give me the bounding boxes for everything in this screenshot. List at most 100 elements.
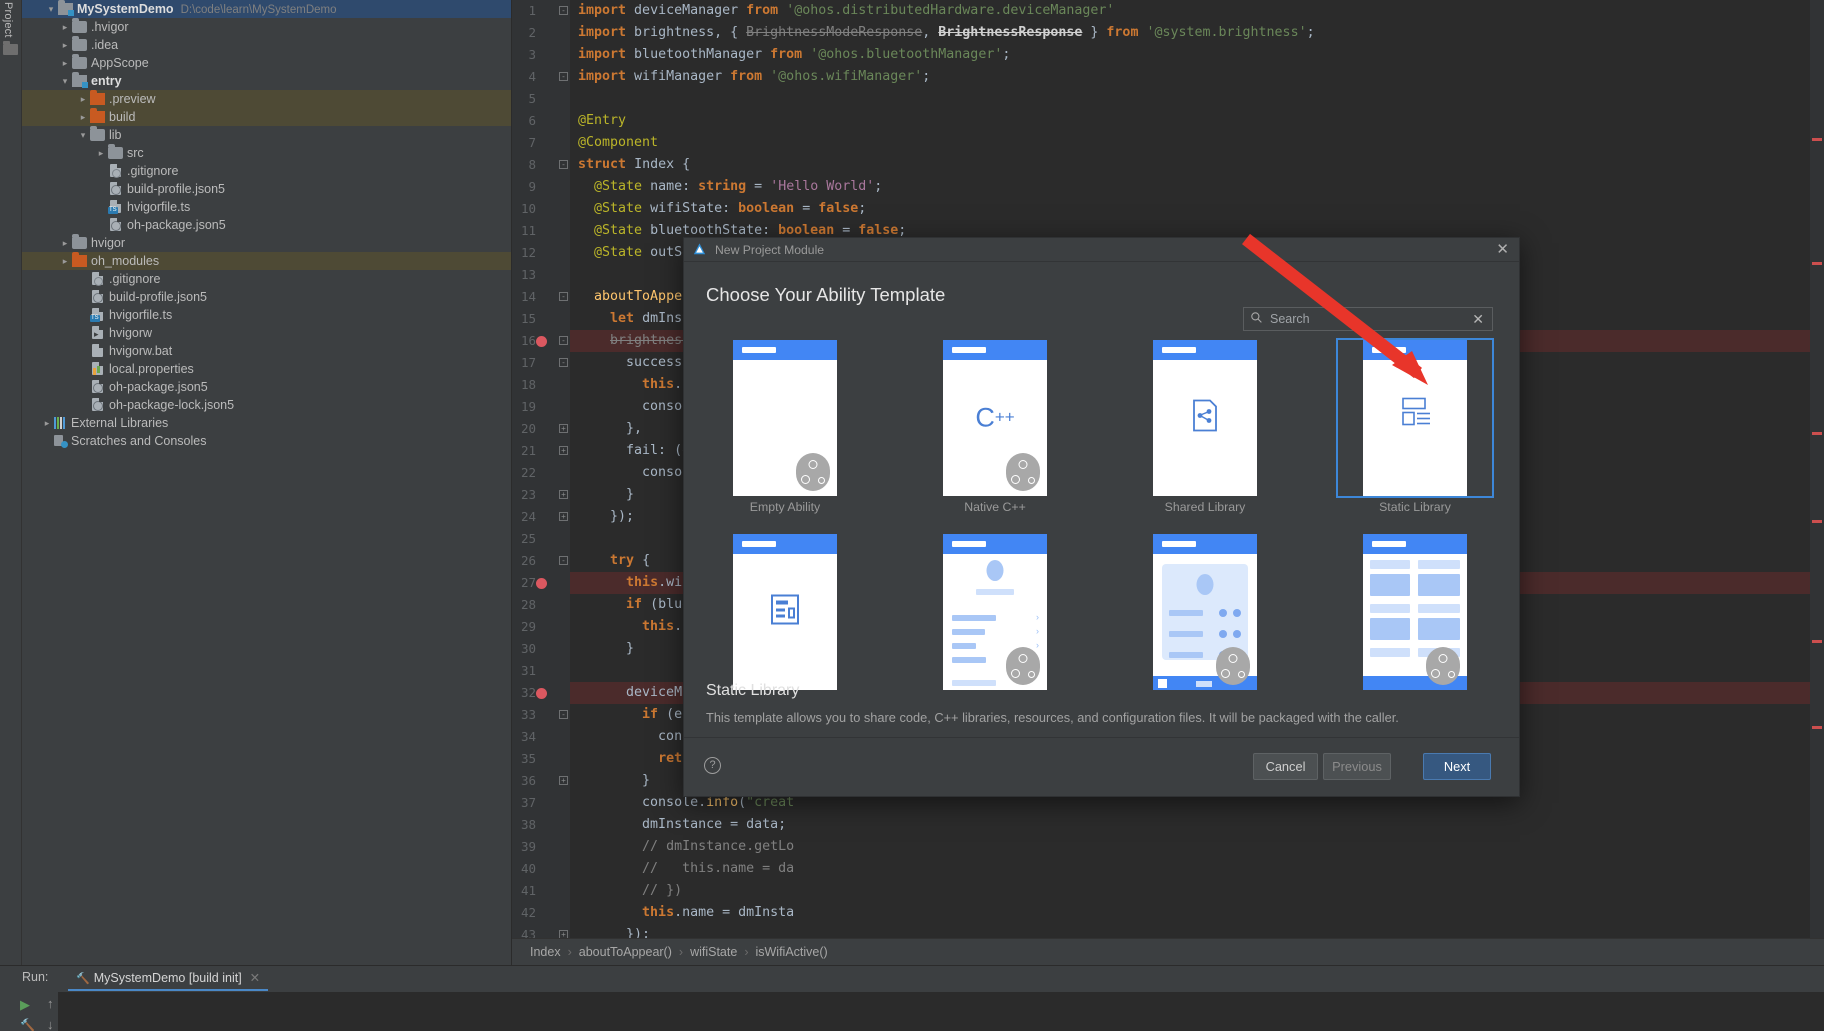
tree-node-lib[interactable]: lib (22, 126, 511, 144)
tree-node-root[interactable]: MySystemDemo D:\code\learn\MySystemDemo (22, 0, 511, 18)
chevron-right-icon[interactable] (76, 108, 90, 126)
code-fold-toggle[interactable]: + (559, 512, 568, 521)
tree-node-build-profile-json5[interactable]: build-profile.json5 (22, 180, 511, 198)
rerun-icon[interactable]: ▶ (20, 997, 30, 1013)
run-tab-mysystemdemo[interactable]: 🔨 MySystemDemo [build init] ✕ (68, 966, 269, 991)
breakpoint-marker[interactable] (536, 688, 547, 699)
tree-node-build[interactable]: build (22, 108, 511, 126)
template-card-frame[interactable]: ›››› (916, 532, 1074, 692)
template-card-frame[interactable] (706, 338, 864, 498)
template-card-frame[interactable] (1126, 338, 1284, 498)
template-card-frame[interactable] (1336, 532, 1494, 692)
chevron-right-icon[interactable] (58, 54, 72, 72)
code-fold-toggle[interactable]: + (559, 776, 568, 785)
breadcrumb-item-3[interactable]: isWifiActive() (755, 945, 827, 959)
tree-node-oh-package-json5[interactable]: oh-package.json5 (22, 216, 511, 234)
breadcrumb-item-2[interactable]: wifiState (690, 945, 737, 959)
tree-node--gitignore[interactable]: .gitignore (22, 270, 511, 288)
tree-node--hvigor[interactable]: .hvigor (22, 18, 511, 36)
chevron-down-icon[interactable] (44, 0, 58, 18)
breadcrumb-item-1[interactable]: aboutToAppear() (579, 945, 672, 959)
build-icon[interactable]: 🔨 (20, 1018, 35, 1031)
tree-node-appscope[interactable]: AppScope (22, 54, 511, 72)
tree-item-list[interactable]: .hvigor .idea AppScope entry .preview build li… (22, 18, 511, 450)
code-fold-toggle[interactable]: + (559, 490, 568, 499)
code-fold-toggle[interactable]: - (559, 160, 568, 169)
template-card-frame[interactable]: C++ (916, 338, 1074, 498)
template-grid[interactable]: Empty Ability C++ Native C++ Shared Library… (706, 338, 1505, 698)
code-fold-toggle[interactable]: - (559, 358, 568, 367)
chevron-down-icon[interactable] (58, 72, 72, 90)
tree-node-hvigor[interactable]: hvigor (22, 234, 511, 252)
chevron-right-icon[interactable] (76, 90, 90, 108)
code-fold-toggle[interactable]: - (559, 292, 568, 301)
template-card-frame[interactable] (1336, 338, 1494, 498)
tree-node--gitignore[interactable]: .gitignore (22, 162, 511, 180)
help-icon[interactable]: ? (704, 757, 721, 774)
chevron-right-icon[interactable] (58, 234, 72, 252)
code-fold-toggle[interactable]: - (559, 336, 568, 345)
close-icon[interactable]: ✕ (1496, 242, 1509, 257)
code-fold-toggle[interactable]: + (559, 446, 568, 455)
code-line-9[interactable]: @State name: string = 'Hello World'; (570, 176, 1824, 198)
code-line-2[interactable]: import brightness, { BrightnessModeRespo… (570, 22, 1824, 44)
chevron-right-icon[interactable] (58, 36, 72, 54)
next-button[interactable]: Next (1423, 753, 1491, 780)
code-fold-toggle[interactable]: + (559, 424, 568, 433)
template-card-template-4[interactable] (706, 532, 864, 698)
breadcrumb-item-0[interactable]: Index (530, 945, 561, 959)
chevron-down-icon[interactable] (76, 126, 90, 144)
clear-search-icon[interactable]: ✕ (1472, 311, 1484, 328)
template-card-shared-library[interactable]: Shared Library (1126, 338, 1284, 514)
template-card-template-5[interactable]: ›››› (916, 532, 1074, 698)
template-card-empty-ability[interactable]: Empty Ability (706, 338, 864, 514)
new-project-module-dialog[interactable]: New Project Module ✕ Choose Your Ability… (683, 237, 1520, 797)
tree-node-src[interactable]: src (22, 144, 511, 162)
code-line-39[interactable]: // dmInstance.getLo (570, 836, 1824, 858)
editor-gutter[interactable]: 1 2 3 4 5 6 7 8 9 10 11 12 13 14 15 16 17 18 19 20 21 22 23 24 2… (512, 0, 570, 942)
chevron-right-icon[interactable] (58, 252, 72, 270)
code-fold-toggle[interactable]: - (559, 6, 568, 15)
code-line-1[interactable]: import deviceManager from '@ohos.distrib… (570, 0, 1824, 22)
tree-node-external-libraries[interactable]: External Libraries (22, 414, 511, 432)
scroll-up-icon[interactable]: ↑ (47, 996, 54, 1011)
breakpoint-marker[interactable] (536, 336, 547, 347)
code-line-7[interactable]: @Component (570, 132, 1824, 154)
code-line-40[interactable]: // this.name = da (570, 858, 1824, 880)
project-tree[interactable]: MySystemDemo D:\code\learn\MySystemDemo .… (22, 0, 511, 965)
breakpoint-marker[interactable] (536, 578, 547, 589)
code-line-6[interactable]: @Entry (570, 110, 1824, 132)
tree-node-oh-package-json5[interactable]: oh-package.json5 (22, 378, 511, 396)
code-line-3[interactable]: import bluetoothManager from '@ohos.blue… (570, 44, 1824, 66)
code-line-4[interactable]: import wifiManager from '@ohos.wifiManag… (570, 66, 1824, 88)
code-line-8[interactable]: struct Index { (570, 154, 1824, 176)
cancel-button[interactable]: Cancel (1253, 753, 1318, 780)
code-fold-toggle[interactable]: - (559, 556, 568, 565)
run-console[interactable]: ▶ ↑ 🔨 ↓ C:\Users\huyiy\node\node-16.20.1… (0, 992, 1824, 1031)
template-card-native-c++[interactable]: C++ Native C++ (916, 338, 1074, 514)
tree-node-scratches-and-consoles[interactable]: Scratches and Consoles (22, 432, 511, 450)
tree-node-oh-package-lock-json5[interactable]: oh-package-lock.json5 (22, 396, 511, 414)
template-card-template-7[interactable] (1336, 532, 1494, 698)
search-input[interactable] (1270, 312, 1473, 326)
template-search-box[interactable]: ✕ (1243, 307, 1493, 331)
error-stripe[interactable] (1810, 0, 1824, 938)
template-card-static-library[interactable]: Static Library (1336, 338, 1494, 514)
tree-node-oh-modules[interactable]: oh_modules (22, 252, 511, 270)
tree-node-entry[interactable]: entry (22, 72, 511, 90)
chevron-right-icon[interactable] (58, 18, 72, 36)
template-card-frame[interactable] (706, 532, 864, 692)
tree-node-hvigorw-bat[interactable]: hvigorw.bat (22, 342, 511, 360)
template-card-frame[interactable] (1126, 532, 1284, 692)
project-tab-vertical[interactable]: Project (2, 2, 14, 38)
tree-node-local-properties[interactable]: local.properties (22, 360, 511, 378)
template-card-template-6[interactable] (1126, 532, 1284, 698)
chevron-right-icon[interactable] (40, 414, 54, 432)
code-line-41[interactable]: // }) (570, 880, 1824, 902)
tree-node-hvigorfile-ts[interactable]: hvigorfile.ts (22, 306, 511, 324)
tree-node-hvigorfile-ts[interactable]: hvigorfile.ts (22, 198, 511, 216)
code-fold-toggle[interactable]: - (559, 72, 568, 81)
code-line-38[interactable]: dmInstance = data; (570, 814, 1824, 836)
chevron-right-icon[interactable] (94, 144, 108, 162)
code-line-5[interactable] (570, 88, 1824, 110)
